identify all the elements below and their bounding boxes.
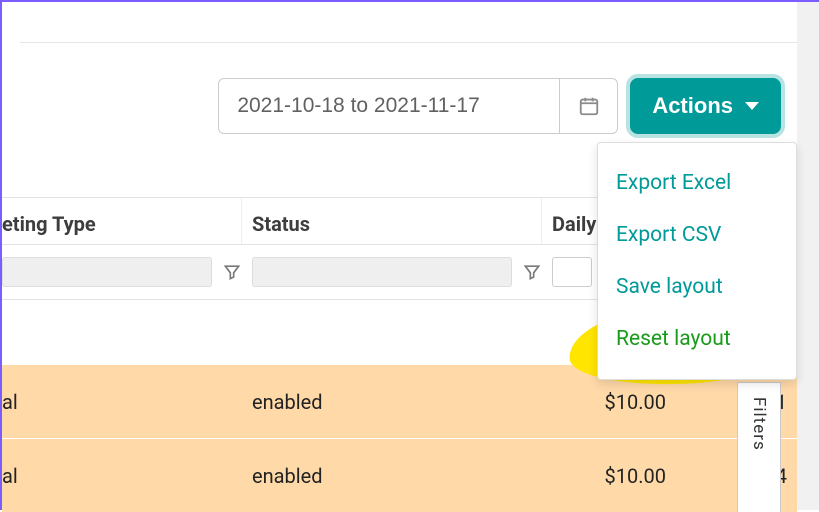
filter-input-targeting-type[interactable] [2,257,212,287]
filter-input-status[interactable] [252,257,512,287]
actions-button[interactable]: Actions [630,78,781,134]
menu-item-export-excel[interactable]: Export Excel [598,157,796,209]
filter-icon[interactable] [222,262,242,282]
vertical-scrollbar[interactable] [797,2,819,510]
actions-menu: Export Excel Export CSV Save layout Rese… [597,142,797,380]
cell-daily: $10.00 [542,464,672,488]
filters-tab-label: Filters [749,397,769,451]
table-row[interactable]: al enabled $10.00 $14 [2,438,797,512]
table-body: al enabled $10.00 $1 al enabled $10.00 $… [2,364,797,512]
date-range-picker[interactable] [218,78,618,134]
calendar-icon[interactable] [559,79,617,133]
chevron-down-icon [745,102,759,110]
cell-targeting-type: al [2,464,242,488]
menu-item-export-csv[interactable]: Export CSV [598,209,796,261]
date-range-input[interactable] [219,79,559,133]
menu-item-reset-layout[interactable]: Reset layout [598,313,796,365]
column-header-targeting-type[interactable]: eting Type [2,198,242,244]
divider [20,42,797,43]
cell-targeting-type: al [2,390,242,414]
actions-label: Actions [652,93,733,119]
filter-icon[interactable] [522,262,542,282]
toolbar: Actions [218,78,781,134]
cell-status: enabled [242,464,542,488]
cell-daily: $10.00 [542,390,672,414]
menu-item-save-layout[interactable]: Save layout [598,261,796,313]
cell-status: enabled [242,390,542,414]
filter-input-daily[interactable] [552,257,592,287]
filters-side-tab[interactable]: Filters [737,382,781,512]
column-header-status[interactable]: Status [242,198,542,244]
